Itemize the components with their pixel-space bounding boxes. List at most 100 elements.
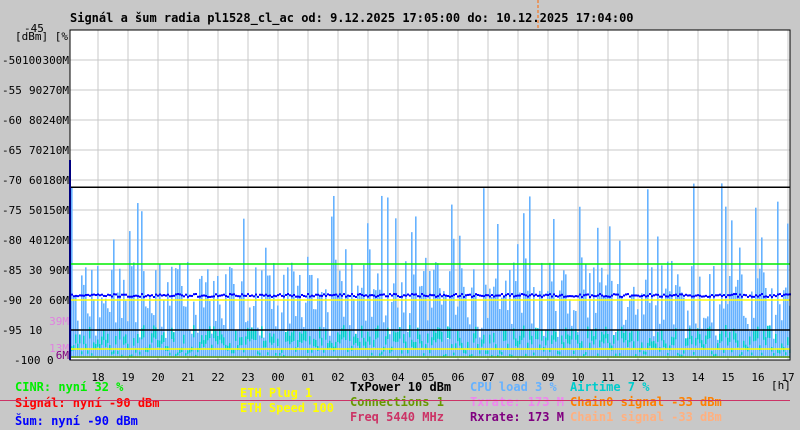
noise-point <box>493 295 495 298</box>
noise-point <box>521 293 523 296</box>
airtime-bar <box>331 342 333 349</box>
airtime-bar <box>699 334 701 344</box>
legend-txrate: Txrate: 173 M <box>470 395 564 409</box>
noise-point <box>619 295 621 298</box>
airtime-bar <box>525 353 527 356</box>
noise-point <box>525 294 527 297</box>
y-tick-dbm: -95 <box>2 324 22 337</box>
noise-point <box>643 294 645 297</box>
cpu-load-bar <box>661 265 663 358</box>
noise-point <box>659 295 661 298</box>
cpu-load-bar <box>189 330 191 358</box>
noise-point <box>509 294 511 297</box>
airtime-bar <box>767 325 769 338</box>
noise-point <box>587 293 589 296</box>
noise-point <box>421 293 423 296</box>
noise-point <box>645 295 647 298</box>
noise-point <box>715 294 717 297</box>
airtime-bar <box>541 330 543 341</box>
airtime-bar <box>457 330 459 342</box>
noise-point <box>457 295 459 298</box>
airtime-bar <box>159 340 161 348</box>
noise-point <box>87 293 89 296</box>
cpu-load-bar <box>681 292 683 358</box>
noise-point <box>581 295 583 298</box>
airtime-bar <box>739 354 741 357</box>
noise-point <box>503 295 505 298</box>
noise-point <box>233 293 235 296</box>
noise-point <box>103 294 105 297</box>
x-tick-label: 23 <box>241 371 254 384</box>
airtime-bar <box>319 326 321 339</box>
noise-point <box>189 294 191 297</box>
airtime-bar <box>75 334 77 344</box>
airtime-bar <box>695 337 697 346</box>
noise-point <box>143 295 145 298</box>
airtime-bar <box>531 335 533 345</box>
noise-point <box>75 294 77 297</box>
noise-point <box>365 294 367 297</box>
cpu-load-bar <box>477 326 479 358</box>
noise-point <box>375 295 377 298</box>
airtime-bar <box>91 353 93 356</box>
cpu-load-bar <box>541 262 543 358</box>
legend-signal: Signál: nyní -90 dBm <box>15 396 160 410</box>
noise-point <box>625 293 627 296</box>
noise-point <box>335 293 337 296</box>
cpu-load-bar <box>343 316 345 358</box>
noise-point <box>185 293 187 296</box>
airtime-bar <box>449 327 451 339</box>
noise-point <box>149 294 151 297</box>
noise-point <box>133 295 135 298</box>
cpu-load-bar <box>655 305 657 358</box>
airtime-bar <box>365 341 367 349</box>
airtime-bar <box>327 343 329 349</box>
cpu-load-bar <box>687 310 689 358</box>
noise-point <box>225 295 227 298</box>
noise-point <box>559 294 561 297</box>
cpu-load-bar <box>675 285 677 358</box>
airtime-bar <box>651 341 653 348</box>
airtime-bar <box>527 342 529 349</box>
noise-point <box>569 295 571 298</box>
cpu-load-bar <box>585 263 587 358</box>
cpu-load-bar <box>171 266 173 358</box>
noise-point <box>617 293 619 296</box>
cpu-load-bar <box>109 311 111 358</box>
noise-point <box>127 295 129 298</box>
airtime-bar <box>521 329 523 341</box>
airtime-bar <box>157 340 159 348</box>
cpu-load-bar <box>127 321 129 358</box>
cpu-load-bar <box>201 275 203 358</box>
noise-point <box>383 293 385 296</box>
legend-cinr: CINR: nyní 32 % <box>15 380 124 394</box>
noise-point <box>497 294 499 297</box>
noise-point <box>669 294 671 297</box>
noise-point <box>573 295 575 298</box>
airtime-bar <box>329 340 331 348</box>
y-tick-rate: 180M <box>43 174 70 187</box>
cpu-load-bar <box>417 338 419 358</box>
cpu-load-bar <box>415 216 417 358</box>
noise-point <box>415 293 417 296</box>
noise-point <box>547 294 549 297</box>
airtime-bar <box>361 325 363 338</box>
airtime-bar <box>163 332 165 342</box>
y-tick-pct: 0 <box>47 354 54 367</box>
airtime-bar <box>741 352 743 355</box>
airtime-bar <box>107 333 109 343</box>
noise-point <box>603 295 605 298</box>
cpu-load-bar <box>451 204 453 358</box>
noise-point <box>555 294 557 297</box>
airtime-bar <box>125 334 127 344</box>
airtime-bar <box>257 351 259 355</box>
cpu-load-bar <box>679 286 681 358</box>
noise-point <box>543 294 545 297</box>
noise-point <box>733 293 735 296</box>
legend-noise: Šum: nyní -90 dBm <box>15 414 138 428</box>
cpu-load-bar <box>779 304 781 358</box>
airtime-bar <box>369 336 371 345</box>
x-tick-label: 15 <box>721 371 734 384</box>
airtime-bar <box>423 353 425 356</box>
legend-eth-plug: ETH Plug 1 <box>240 386 313 400</box>
